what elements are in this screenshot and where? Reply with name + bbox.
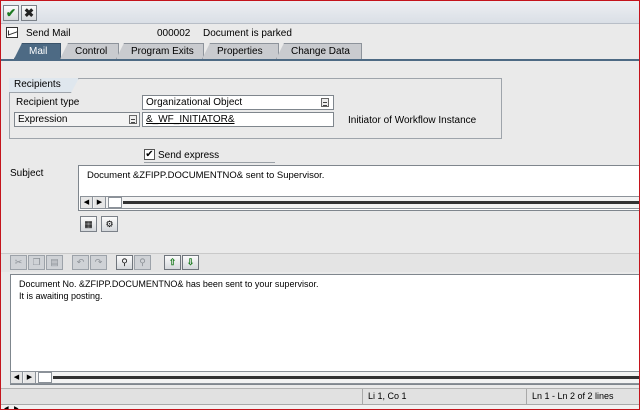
subject-text: Document &ZFIPP.DOCUMENTNO& sent to Supe… — [87, 170, 325, 181]
recipient-type-label: Recipient type — [16, 97, 80, 108]
step-description: Document is parked — [203, 28, 292, 39]
expression-help-icon[interactable]: ⚙ — [101, 216, 118, 232]
scrollbar-track[interactable] — [53, 376, 639, 379]
tab-mail[interactable]: Mail — [14, 43, 61, 59]
recipients-group-title: Recipients — [9, 78, 79, 93]
bottom-scroll-strip: ◀ ▶ — [0, 404, 640, 410]
scroll-left-icon[interactable]: ◀ — [4, 405, 9, 410]
copy-icon[interactable]: ❐ — [28, 255, 45, 270]
upload-icon[interactable]: ⇧ — [164, 255, 181, 270]
expression-label: Expression — [18, 114, 68, 125]
expression-description: Initiator of Workflow Instance — [348, 115, 477, 126]
undo-icon[interactable]: ↶ — [72, 255, 89, 270]
application-toolbar: ✔ ✖ — [0, 0, 640, 24]
editor-line-1: Document No. &ZFIPP.DOCUMENTNO& has been… — [19, 279, 319, 289]
cut-icon[interactable]: ✂ — [10, 255, 27, 270]
tab-control[interactable]: Control — [60, 43, 119, 59]
send-express-label: Send express — [158, 150, 220, 161]
step-type-label: Send Mail — [26, 28, 71, 39]
paste-icon[interactable]: ▤ — [46, 255, 63, 270]
scroll-right-icon[interactable]: ▶ — [14, 405, 19, 410]
step-number: 000002 — [157, 28, 191, 39]
mail-text-editor[interactable]: Document No. &ZFIPP.DOCUMENTNO& has been… — [10, 274, 640, 385]
tab-change-data[interactable]: Change Data — [276, 43, 362, 59]
scroll-left-icon[interactable]: ◀ — [11, 372, 23, 383]
tab-program-exits[interactable]: Program Exits — [116, 43, 204, 59]
dropdown-icon[interactable] — [321, 98, 329, 107]
find-next-icon[interactable]: ⚲ — [134, 255, 151, 270]
editor-horizontal-scrollbar[interactable]: ◀ ▶ — [10, 371, 640, 384]
step-info-row — [0, 24, 640, 42]
send-mail-icon — [6, 27, 18, 38]
subject-horizontal-scrollbar[interactable]: ◀ ▶ — [80, 196, 640, 209]
subject-label: Subject — [10, 168, 44, 179]
line-count: Ln 1 - Ln 2 of 2 lines — [526, 389, 640, 404]
insert-expression-icon[interactable]: ▦ — [80, 216, 97, 232]
tab-properties[interactable]: Properties — [202, 43, 279, 59]
find-icon[interactable]: ⚲ — [116, 255, 133, 270]
send-express-checkbox[interactable]: ✔ — [144, 149, 155, 160]
scroll-right-icon[interactable]: ▶ — [94, 197, 106, 208]
expression-value-field[interactable]: &_WF_INITIATOR& — [142, 112, 334, 127]
confirm-checkmark-icon[interactable]: ✔ — [3, 5, 19, 21]
download-icon[interactable]: ⇩ — [182, 255, 199, 270]
divider — [144, 162, 275, 163]
scrollbar-thumb[interactable] — [108, 197, 122, 208]
redo-icon[interactable]: ↷ — [90, 255, 107, 270]
scrollbar-track[interactable] — [123, 201, 639, 204]
scroll-left-icon[interactable]: ◀ — [81, 197, 93, 208]
editor-line-2: It is awaiting posting. — [19, 291, 103, 301]
recipient-type-field[interactable]: Organizational Object — [142, 95, 334, 110]
expression-type-field[interactable]: Expression — [14, 112, 140, 127]
scroll-right-icon[interactable]: ▶ — [24, 372, 36, 383]
recipient-type-value: Organizational Object — [146, 97, 243, 108]
cancel-x-icon[interactable]: ✖ — [21, 5, 37, 21]
scrollbar-thumb[interactable] — [38, 372, 52, 383]
cursor-position: Li 1, Co 1 — [362, 389, 526, 404]
dropdown-icon[interactable] — [129, 115, 137, 124]
